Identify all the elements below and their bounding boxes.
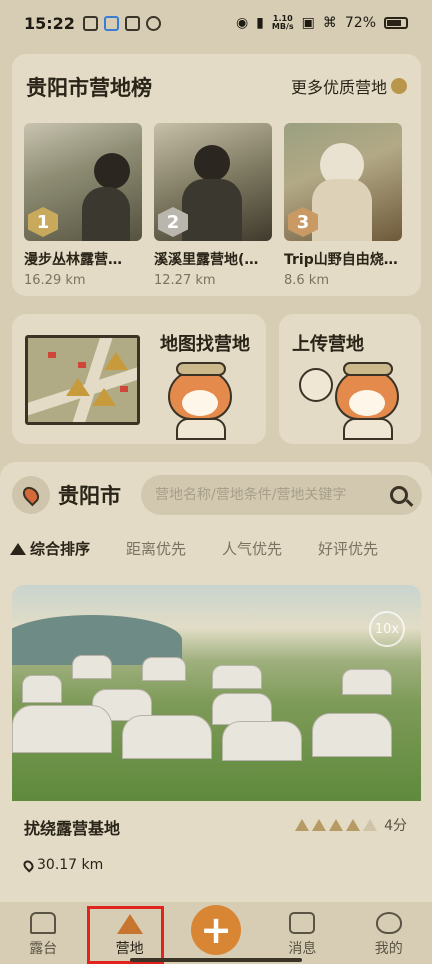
message-icon: [289, 912, 316, 934]
ranking-item-name: 溪溪里露营地(…: [154, 252, 259, 268]
search-bar[interactable]: [141, 475, 422, 515]
upload-cloud-icon: [299, 368, 333, 402]
status-system-icons: ◉ ▮ 1.10 MB/s ▣ ⌘ 72%: [236, 15, 408, 31]
ranking-item-distance: 8.6 km: [284, 273, 329, 288]
ranking-item-distance: 12.27 km: [154, 273, 216, 288]
app-notification-icon: [82, 15, 98, 31]
sort-tab-rating[interactable]: 好评优先: [318, 538, 378, 559]
camp-photo[interactable]: 10x: [12, 585, 421, 801]
sort-tab-distance[interactable]: 距离优先: [126, 538, 186, 559]
add-button[interactable]: +: [191, 905, 241, 955]
app-notification-icon: [145, 15, 161, 31]
battery-percent: 72%: [344, 15, 376, 31]
medal-icon: [391, 78, 407, 94]
map-illustration: [25, 335, 140, 425]
rating-tent-icon: [312, 819, 327, 831]
cat-icon: [375, 912, 402, 934]
location-pin-icon: [21, 857, 36, 873]
app-notification-icon: [103, 15, 119, 31]
sort-tabs: 综合排序 距离优先 人气优先 好评优先: [10, 538, 414, 559]
upload-camp-card[interactable]: 上传营地: [279, 314, 421, 444]
fox-mascot-icon: [162, 360, 240, 440]
home-indicator[interactable]: [130, 958, 302, 962]
nav-item-mine[interactable]: 我的: [346, 902, 432, 964]
sort-tab-popularity[interactable]: 人气优先: [222, 538, 282, 559]
status-notification-icons: [82, 15, 161, 31]
sort-tab-label: 综合排序: [30, 540, 91, 558]
sort-tab-comprehensive[interactable]: 综合排序: [10, 538, 90, 559]
camp-photo: 1: [24, 123, 142, 241]
ranking-item-name: 漫步丛林露营…: [24, 252, 122, 268]
camp-distance: 30.17 km: [21, 857, 104, 873]
tent-icon: [10, 542, 26, 555]
signal-icon: ▣: [301, 15, 315, 31]
more-camps-label: 更多优质营地: [290, 78, 387, 97]
city-selector[interactable]: 贵阳市: [12, 476, 121, 514]
camp-rating-text: 4分: [384, 818, 407, 834]
zoom-badge: 10x: [369, 611, 405, 647]
wifi-icon: ⌘: [322, 15, 337, 31]
rating-tent-icon: [363, 819, 378, 831]
highlight-box: [87, 906, 164, 964]
upload-camp-title: 上传营地: [292, 334, 364, 355]
status-bar: 15:22 ◉ ▮ 1.10 MB/s ▣ ⌘ 72%: [0, 0, 432, 46]
nav-item-label: 我的: [374, 941, 403, 957]
camp-photo: 2: [154, 123, 272, 241]
nav-item-terrace[interactable]: 露台: [0, 902, 86, 964]
rating-tent-icon: [346, 819, 361, 831]
ranking-item[interactable]: 1 漫步丛林露营… 16.29 km: [24, 123, 142, 288]
search-input[interactable]: [155, 487, 390, 503]
camp-name: 扰绕露营基地: [24, 819, 121, 838]
nav-item-label: 露台: [29, 941, 58, 957]
nav-item-label: 消息: [288, 941, 317, 957]
network-speed: 1.10 MB/s: [272, 15, 294, 31]
ranking-item-distance: 16.29 km: [24, 273, 86, 288]
sofa-icon: [30, 912, 57, 934]
app-notification-icon: [124, 15, 140, 31]
rating-tent-icon: [329, 819, 344, 831]
city-name: 贵阳市: [58, 484, 121, 508]
nav-item-messages[interactable]: 消息: [259, 902, 345, 964]
map-find-camp-card[interactable]: 地图找营地: [12, 314, 266, 444]
vibrate-icon: ▮: [256, 15, 264, 31]
more-camps-link[interactable]: 更多优质营地: [291, 74, 407, 98]
network-speed-unit: MB/s: [271, 22, 294, 31]
fox-mascot-icon: [329, 360, 407, 440]
battery-icon: [384, 17, 408, 29]
camp-ranking-card: 贵阳市营地榜 更多优质营地 1 漫步丛林露营… 16.29 km 2 溪溪里露营…: [12, 54, 421, 296]
search-icon[interactable]: [390, 486, 408, 504]
status-time: 15:22: [24, 13, 75, 33]
camp-rating: 4分: [295, 815, 407, 835]
camp-card-info[interactable]: 扰绕露营基地 4分 30.17 km: [12, 801, 421, 893]
ranking-title: 贵阳市营地榜: [26, 76, 152, 100]
location-pin-icon: [12, 476, 50, 514]
rank-badge-gold: 1: [28, 207, 58, 237]
camp-distance-value: 30.17 km: [37, 857, 104, 873]
ranking-item-name: Trip山野自由烧…: [284, 252, 398, 268]
ranking-item[interactable]: 3 Trip山野自由烧… 8.6 km: [284, 123, 402, 288]
rating-tent-icon: [295, 819, 310, 831]
map-find-camp-title: 地图找营地: [160, 334, 250, 355]
camp-photo: 3: [284, 123, 402, 241]
location-icon: ◉: [235, 15, 249, 31]
ranking-item[interactable]: 2 溪溪里露营地(… 12.27 km: [154, 123, 272, 288]
